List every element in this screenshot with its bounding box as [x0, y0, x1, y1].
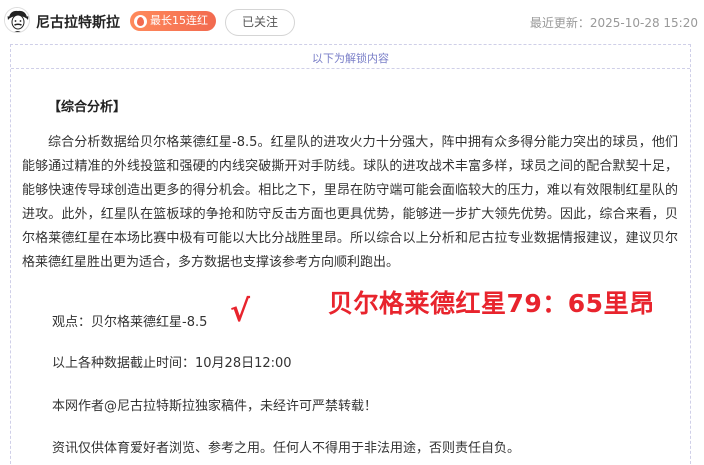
disclaimer: 资讯仅供体育爱好者浏览、参考之用。任何人不得用于非法用途，否则责任自负。: [52, 441, 521, 456]
copyright-notice: 本网作者@尼古拉特斯拉独家稿件，未经许可严禁转载！: [52, 399, 378, 414]
viewpoint: 观点：贝尔格莱德红星-8.5: [52, 315, 208, 330]
analysis-paragraph: 综合分析数据给贝尔格莱德红星-8.5。红星队的进攻火力十分强大，阵中拥有众多得分…: [22, 135, 678, 270]
section-title: 【综合分析】: [48, 100, 127, 115]
last-updated: 最近更新：2025-10-28 15:20: [529, 16, 698, 30]
flame-icon: [134, 14, 147, 28]
streak-badge: 最长15连红: [130, 11, 216, 31]
divider: [11, 68, 690, 69]
data-cutoff-time: 以上各种数据截止时间：10月28日12:00: [52, 356, 292, 371]
author-name[interactable]: 尼古拉特斯拉: [36, 12, 120, 32]
streak-badge-label: 最长15连红: [150, 14, 208, 27]
final-score: 贝尔格莱德红星79：65里昂: [328, 289, 655, 318]
author-avatar[interactable]: [4, 7, 30, 33]
unlock-notice: 以下为解锁内容: [312, 52, 389, 65]
einstein-avatar-icon: [5, 8, 29, 32]
check-mark-icon: √: [230, 294, 251, 329]
article-header: 尼古拉特斯拉 最长15连红 已关注 最近更新：2025-10-28 15:20: [0, 0, 704, 44]
follow-button[interactable]: 已关注: [225, 9, 295, 36]
